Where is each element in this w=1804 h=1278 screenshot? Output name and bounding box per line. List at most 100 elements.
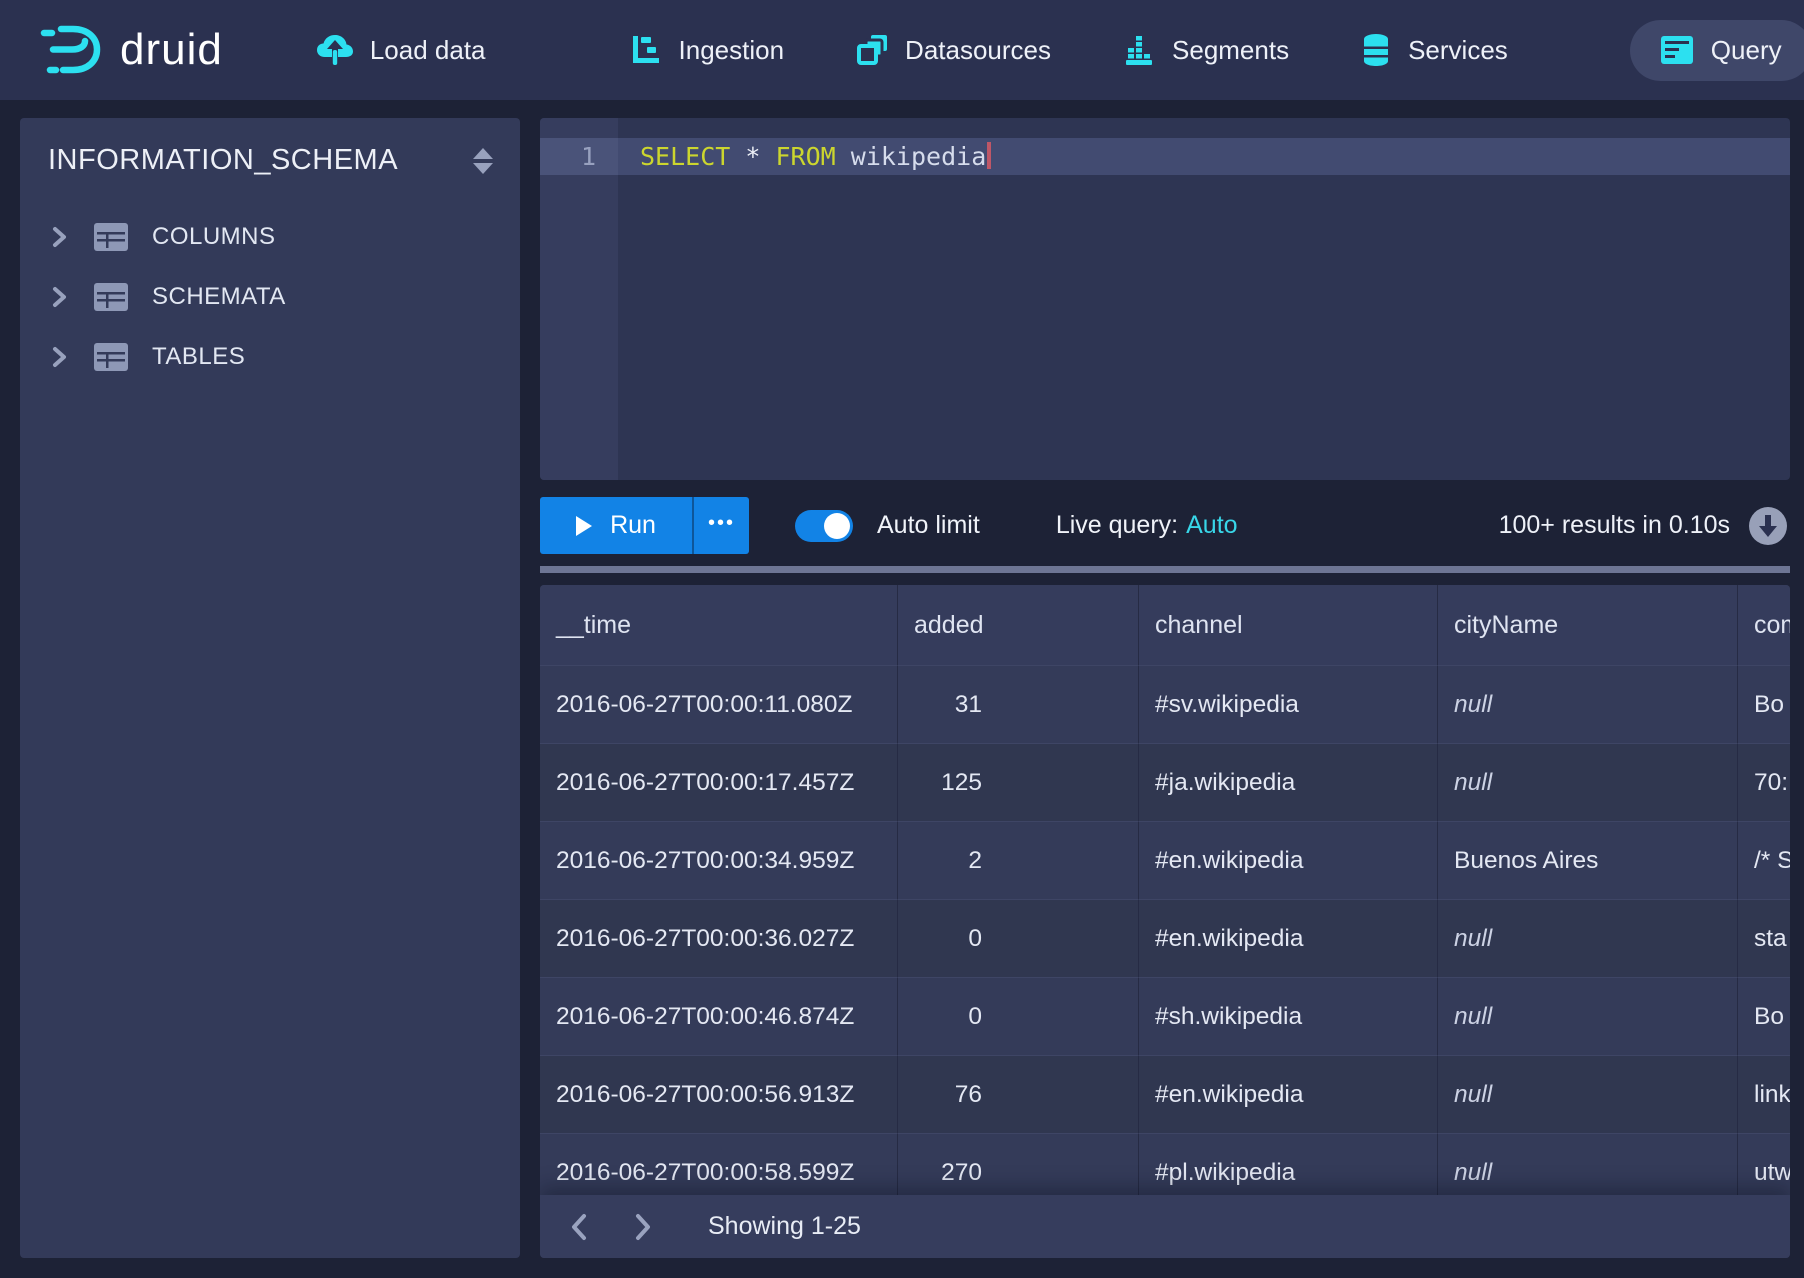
cell-cityname[interactable]: null bbox=[1438, 743, 1738, 821]
nav-item-label: Ingestion bbox=[679, 35, 785, 66]
editor-code-area[interactable]: SELECT * FROM wikipedia bbox=[618, 118, 1790, 480]
chevron-right-icon bbox=[48, 346, 70, 368]
druid-brand[interactable]: druid bbox=[40, 22, 223, 78]
nav-item-services[interactable]: Services bbox=[1339, 18, 1530, 82]
editor-gutter: 1 bbox=[540, 118, 618, 480]
table-icon bbox=[94, 283, 128, 311]
nav-item-label: Services bbox=[1408, 35, 1508, 66]
nav-item-query[interactable]: Query bbox=[1630, 20, 1804, 81]
cell-comment[interactable]: 70: bbox=[1738, 743, 1790, 821]
druid-console: druid Load data bbox=[0, 0, 1804, 1278]
live-query-label: Live query: bbox=[1056, 511, 1178, 539]
results-summary: 100+ results in 0.10s bbox=[1499, 511, 1730, 540]
cell-cityname[interactable]: null bbox=[1438, 899, 1738, 977]
cell-channel[interactable]: #sh.wikipedia bbox=[1139, 977, 1438, 1055]
cell-comment[interactable]: sta bbox=[1738, 899, 1790, 977]
tree-item-columns[interactable]: COLUMNS bbox=[20, 207, 520, 267]
table-row: 2016-06-27T00:00:36.027Z 0 #en.wikipedia… bbox=[540, 899, 1790, 977]
sql-editor[interactable]: 1 SELECT * FROM wikipedia bbox=[540, 118, 1790, 480]
table-row: 2016-06-27T00:00:17.457Z 125 #ja.wikiped… bbox=[540, 743, 1790, 821]
cell-cityname[interactable]: null bbox=[1438, 977, 1738, 1055]
cell-cityname[interactable]: null bbox=[1438, 1055, 1738, 1133]
cell-channel[interactable]: #ja.wikipedia bbox=[1139, 743, 1438, 821]
next-page-button[interactable] bbox=[618, 1203, 668, 1251]
cell-channel[interactable]: #en.wikipedia bbox=[1139, 1055, 1438, 1133]
multi-panel-icon bbox=[856, 34, 888, 66]
nav-item-segments[interactable]: Segments bbox=[1101, 19, 1311, 81]
auto-limit-toggle[interactable]: Auto limit bbox=[795, 510, 980, 542]
table-icon bbox=[94, 223, 128, 251]
cell-channel[interactable]: #sv.wikipedia bbox=[1139, 665, 1438, 743]
nav-item-label: Datasources bbox=[905, 35, 1051, 66]
cell-added[interactable]: 2 bbox=[898, 821, 1139, 899]
double-caret-vertical-icon[interactable] bbox=[470, 146, 496, 176]
nav-item-load-data[interactable]: Load data bbox=[295, 19, 508, 81]
cell-cityname[interactable]: Buenos Aires bbox=[1438, 821, 1738, 899]
cell-comment[interactable]: Bo bbox=[1738, 665, 1790, 743]
results-meta: 100+ results in 0.10s bbox=[1499, 506, 1790, 546]
database-icon bbox=[1361, 33, 1391, 67]
panel-splitter[interactable] bbox=[540, 566, 1790, 573]
table-row: 2016-06-27T00:00:34.959Z 2 #en.wikipedia… bbox=[540, 821, 1790, 899]
column-header-cityname[interactable]: cityName bbox=[1438, 585, 1738, 665]
play-icon bbox=[576, 516, 592, 536]
cell-comment[interactable]: Bo bbox=[1738, 977, 1790, 1055]
cell-time[interactable]: 2016-06-27T00:00:46.874Z bbox=[540, 977, 898, 1055]
nav-item-datasources[interactable]: Datasources bbox=[834, 19, 1073, 81]
cell-channel[interactable]: #en.wikipedia bbox=[1139, 899, 1438, 977]
line-number: 1 bbox=[540, 138, 618, 175]
table-row: 2016-06-27T00:00:46.874Z 0 #sh.wikipedia… bbox=[540, 977, 1790, 1055]
brand-name: druid bbox=[120, 25, 223, 75]
cell-time[interactable]: 2016-06-27T00:00:56.913Z bbox=[540, 1055, 898, 1133]
column-header-channel[interactable]: channel bbox=[1139, 585, 1438, 665]
nav-item-ingestion[interactable]: Ingestion bbox=[608, 19, 807, 81]
auto-limit-label: Auto limit bbox=[877, 511, 980, 540]
cell-added[interactable]: 125 bbox=[898, 743, 1139, 821]
toggle-switch-on[interactable] bbox=[795, 510, 853, 542]
column-header-comment[interactable]: comment bbox=[1738, 585, 1790, 665]
run-button[interactable]: Run bbox=[540, 497, 692, 554]
column-header-time[interactable]: __time bbox=[540, 585, 898, 665]
prev-page-button[interactable] bbox=[554, 1203, 604, 1251]
schema-explorer-panel: INFORMATION_SCHEMA bbox=[20, 118, 520, 1258]
cell-channel[interactable]: #en.wikipedia bbox=[1139, 821, 1438, 899]
cell-comment[interactable]: /* S bbox=[1738, 821, 1790, 899]
cell-time[interactable]: 2016-06-27T00:00:34.959Z bbox=[540, 821, 898, 899]
cell-comment[interactable]: link bbox=[1738, 1055, 1790, 1133]
run-more-options-button[interactable]: ••• bbox=[692, 497, 749, 554]
sql-keyword: FROM bbox=[776, 142, 836, 171]
sql-table-name: wikipedia bbox=[851, 142, 986, 171]
nav-item-label: Segments bbox=[1172, 35, 1289, 66]
tree-item-tables[interactable]: TABLES bbox=[20, 327, 520, 387]
cell-added[interactable]: 0 bbox=[898, 899, 1139, 977]
cell-added[interactable]: 76 bbox=[898, 1055, 1139, 1133]
results-body: 2016-06-27T00:00:11.080Z 31 #sv.wikipedi… bbox=[540, 665, 1790, 1211]
showing-range-label: Showing 1-25 bbox=[708, 1212, 861, 1241]
live-query-mode-link[interactable]: Auto bbox=[1186, 511, 1237, 539]
tree-item-label: TABLES bbox=[152, 343, 245, 371]
cell-cityname[interactable]: null bbox=[1438, 665, 1738, 743]
sql-star: * bbox=[745, 142, 760, 171]
column-header-added[interactable]: added bbox=[898, 585, 1139, 665]
bar-chart-icon bbox=[1123, 34, 1155, 66]
cell-added[interactable]: 31 bbox=[898, 665, 1139, 743]
cloud-upload-icon bbox=[317, 34, 353, 66]
run-button-label: Run bbox=[610, 511, 656, 540]
gantt-chart-icon bbox=[630, 34, 662, 66]
schema-selector[interactable]: INFORMATION_SCHEMA bbox=[48, 144, 398, 177]
table-row: 2016-06-27T00:00:56.913Z 76 #en.wikipedi… bbox=[540, 1055, 1790, 1133]
console-icon bbox=[1660, 35, 1694, 65]
download-icon[interactable] bbox=[1748, 506, 1788, 546]
cell-time[interactable]: 2016-06-27T00:00:17.457Z bbox=[540, 743, 898, 821]
table-row: 2016-06-27T00:00:11.080Z 31 #sv.wikipedi… bbox=[540, 665, 1790, 743]
text-cursor bbox=[987, 142, 991, 169]
cell-added[interactable]: 0 bbox=[898, 977, 1139, 1055]
tree-item-schemata[interactable]: SCHEMATA bbox=[20, 267, 520, 327]
tree-item-label: SCHEMATA bbox=[152, 283, 286, 311]
sql-keyword: SELECT bbox=[640, 142, 730, 171]
nav-item-label: Query bbox=[1711, 35, 1782, 66]
cell-time[interactable]: 2016-06-27T00:00:11.080Z bbox=[540, 665, 898, 743]
chevron-right-icon bbox=[48, 286, 70, 308]
druid-logo-icon bbox=[40, 22, 102, 78]
cell-time[interactable]: 2016-06-27T00:00:36.027Z bbox=[540, 899, 898, 977]
